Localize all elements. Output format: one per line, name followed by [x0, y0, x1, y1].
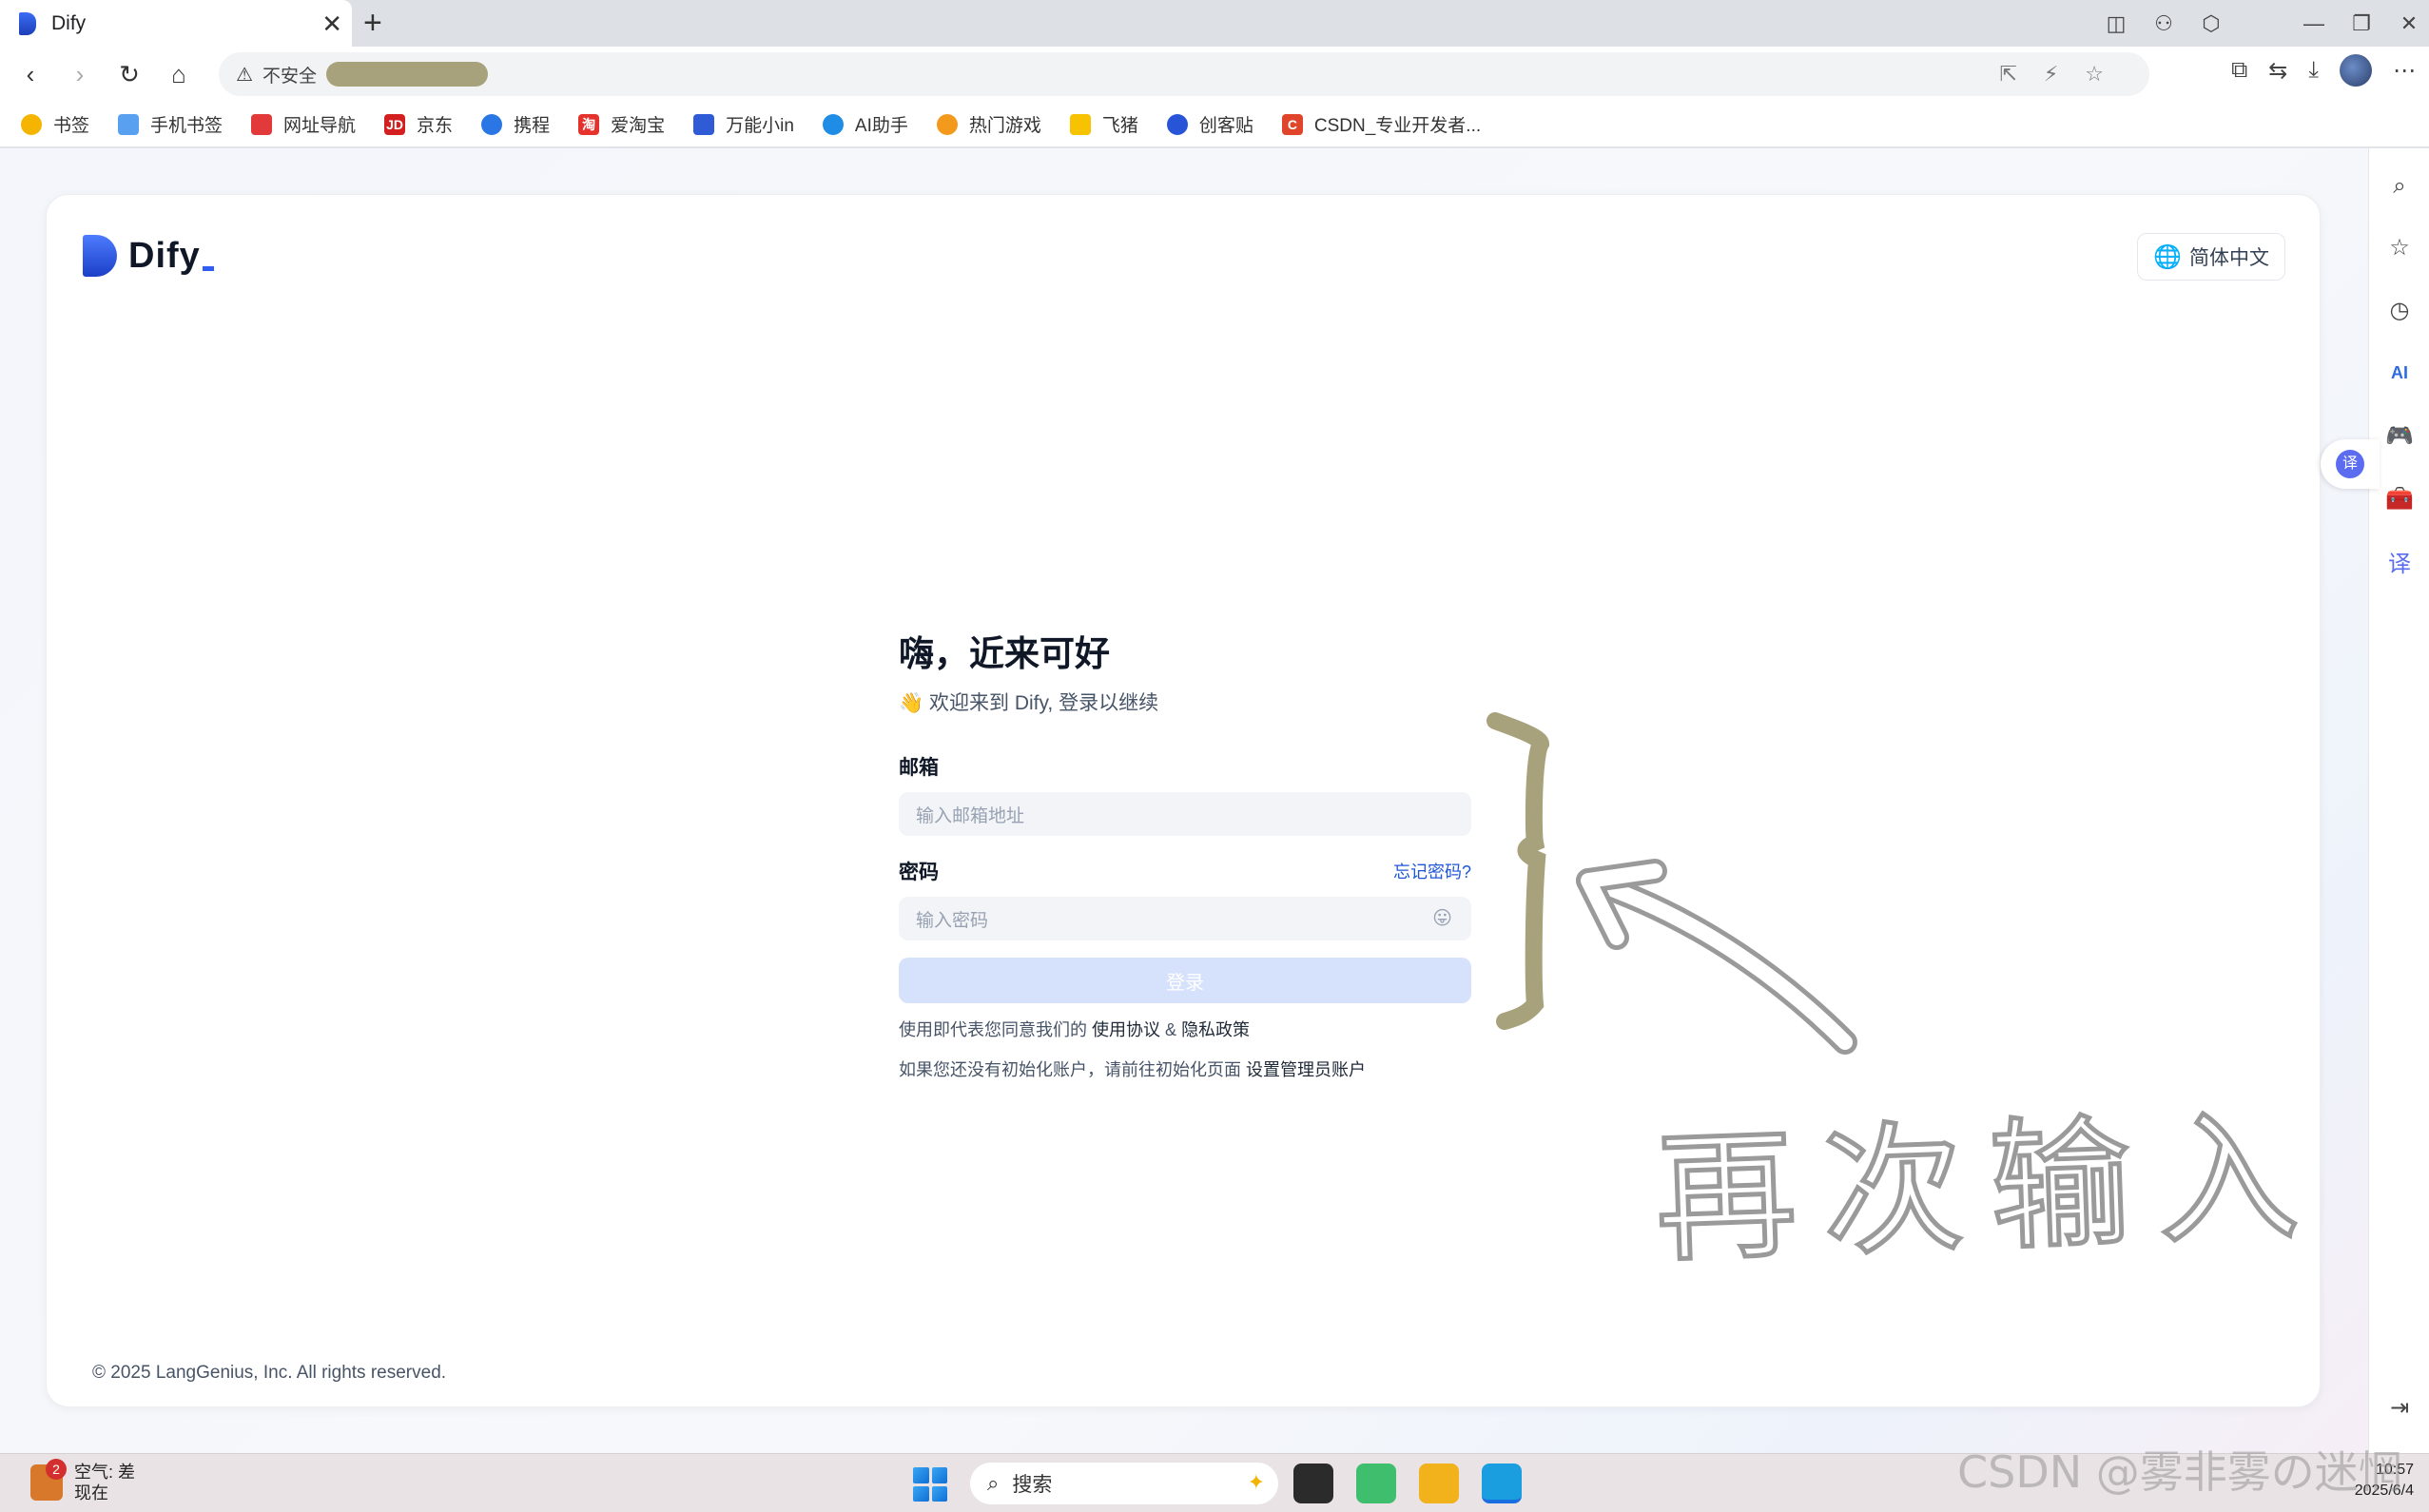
address-input[interactable]: ⚠ 不安全 ⇱⚡☆ [219, 52, 2149, 96]
share-reader-star-icons[interactable]: ⇱⚡☆ [1999, 62, 2130, 87]
nav-site-icon [251, 113, 273, 135]
terminal-app-icon[interactable] [1293, 1464, 1333, 1503]
minimize-button[interactable]: — [2290, 8, 2338, 40]
tab-dify[interactable]: Dify ✕ [0, 0, 352, 47]
dify-favicon-icon [19, 11, 36, 35]
more-menu-icon[interactable]: ⋯ [2393, 57, 2416, 85]
home-icon[interactable]: ⌂ [154, 60, 204, 89]
bookmark-item[interactable]: C CSDN_专业开发者... [1281, 111, 1481, 137]
windows-start-icon[interactable] [913, 1467, 947, 1502]
download-icon[interactable]: ⤓ [2308, 57, 2319, 84]
wanneng-icon [693, 113, 715, 135]
browser-app-icon[interactable] [1482, 1464, 1522, 1503]
forward-icon[interactable]: › [55, 60, 105, 89]
tab-title: Dify [51, 11, 87, 34]
history-icon[interactable]: ◷ [2382, 293, 2417, 327]
taobao-icon: 淘 [578, 113, 600, 135]
weather-line1: 空气: 差 [74, 1463, 136, 1482]
bookmark-item[interactable]: 携程 [481, 111, 550, 137]
taskbar-search[interactable]: ⌕ 搜索 ✦ [970, 1463, 1278, 1504]
jd-icon: JD [384, 113, 406, 135]
copilot-spark-icon: ✦ [1247, 1470, 1265, 1494]
profile-avatar[interactable] [2340, 54, 2372, 87]
csdn-watermark: CSDN @雾非雾の迷惘 [1957, 1446, 2402, 1498]
address-bar-row: ‹ › ↻ ⌂ ⚠ 不安全 ⇱⚡☆ ⧉ ⇆ ⤓ ⋯ [0, 47, 2429, 102]
close-window-button[interactable]: ✕ [2385, 8, 2429, 40]
workspaces-icon[interactable]: ⚇ [2140, 8, 2187, 40]
redacted-url [325, 62, 488, 87]
toolbox-icon[interactable]: 🧰 [2382, 481, 2417, 515]
annotation-bracket [1487, 712, 1550, 1030]
notification-badge: 2 [46, 1459, 67, 1480]
insecure-label: 不安全 [262, 66, 317, 87]
bookmark-item[interactable]: JD 京东 [384, 111, 453, 137]
new-tab-button[interactable]: + [363, 6, 382, 40]
search-icon[interactable]: ⌕ [2382, 169, 2417, 204]
floating-translate-button[interactable]: 译 [2321, 439, 2380, 489]
bookmark-item[interactable]: 手机书签 [118, 111, 223, 137]
game-icon[interactable]: 🎮 [2382, 418, 2417, 453]
file-explorer-icon[interactable] [1419, 1464, 1459, 1503]
weather-line2: 现在 [74, 1483, 108, 1502]
mobile-bookmark-icon [118, 113, 140, 135]
extensions-icon[interactable]: ⬡ [2187, 8, 2235, 40]
annotation-arrow-shaft [1576, 868, 1857, 1055]
bookmark-item[interactable]: 书签 [21, 111, 89, 137]
ctrip-icon [481, 113, 503, 135]
weather-widget[interactable]: 2 空气: 差 现在 [30, 1459, 136, 1503]
extension-puzzle-icon[interactable]: ⧉ [2231, 57, 2247, 84]
sync-icon[interactable]: ⇆ [2268, 57, 2287, 85]
annotation-text: 再次输入 [1650, 1092, 2330, 1283]
favorites-icon[interactable]: ☆ [2382, 230, 2417, 264]
taskbar-search-label: 搜索 [1012, 1474, 1053, 1496]
bookmark-item[interactable]: 热门游戏 [936, 111, 1041, 137]
bookmark-item[interactable]: 网址导航 [251, 111, 356, 137]
fliggy-icon [1069, 113, 1091, 135]
collapse-panel-icon[interactable]: ⇥ [2382, 1390, 2417, 1425]
reload-icon[interactable]: ↻ [105, 60, 154, 89]
bookmark-item[interactable]: 创客贴 [1166, 111, 1253, 137]
ai-icon[interactable]: AI [2382, 356, 2417, 390]
bookmark-item[interactable]: 万能小in [693, 111, 794, 137]
bookmark-item[interactable]: AI助手 [822, 111, 908, 137]
search-icon: ⌕ [987, 1471, 1000, 1495]
restore-button[interactable]: ❐ [2338, 8, 2385, 40]
tab-bar: Dify ✕ + ◫ ⚇ ⬡ — ❐ ✕ [0, 0, 2429, 47]
csdn-icon: C [1281, 113, 1303, 135]
bookmark-star-icon [21, 113, 42, 135]
remote-desktop-icon[interactable] [1356, 1464, 1396, 1503]
tab-close-icon[interactable]: ✕ [321, 11, 342, 36]
air-quality-icon: 2 [30, 1459, 67, 1501]
translate-float-icon: 译 [2336, 450, 2364, 478]
bookmark-item[interactable]: 飞猪 [1069, 111, 1138, 137]
ai-assistant-icon [822, 113, 844, 135]
bookmarks-bar: 书签 手机书签 网址导航 JD 京东 携程 淘爱淘宝 万能小in AI助手 热门游… [0, 102, 2429, 147]
split-screen-icon[interactable]: ◫ [2092, 8, 2140, 40]
warning-icon: ⚠ [236, 64, 253, 86]
back-icon[interactable]: ‹ [6, 60, 55, 89]
bookmark-item[interactable]: 淘爱淘宝 [578, 111, 665, 137]
browser-side-panel: ⌕ ☆ ◷ AI 🎮 🧰 译 ⇥ [2368, 148, 2429, 1453]
games-icon [936, 113, 958, 135]
chuangketie-icon [1166, 113, 1188, 135]
translate-icon[interactable]: 译 [2382, 544, 2417, 578]
